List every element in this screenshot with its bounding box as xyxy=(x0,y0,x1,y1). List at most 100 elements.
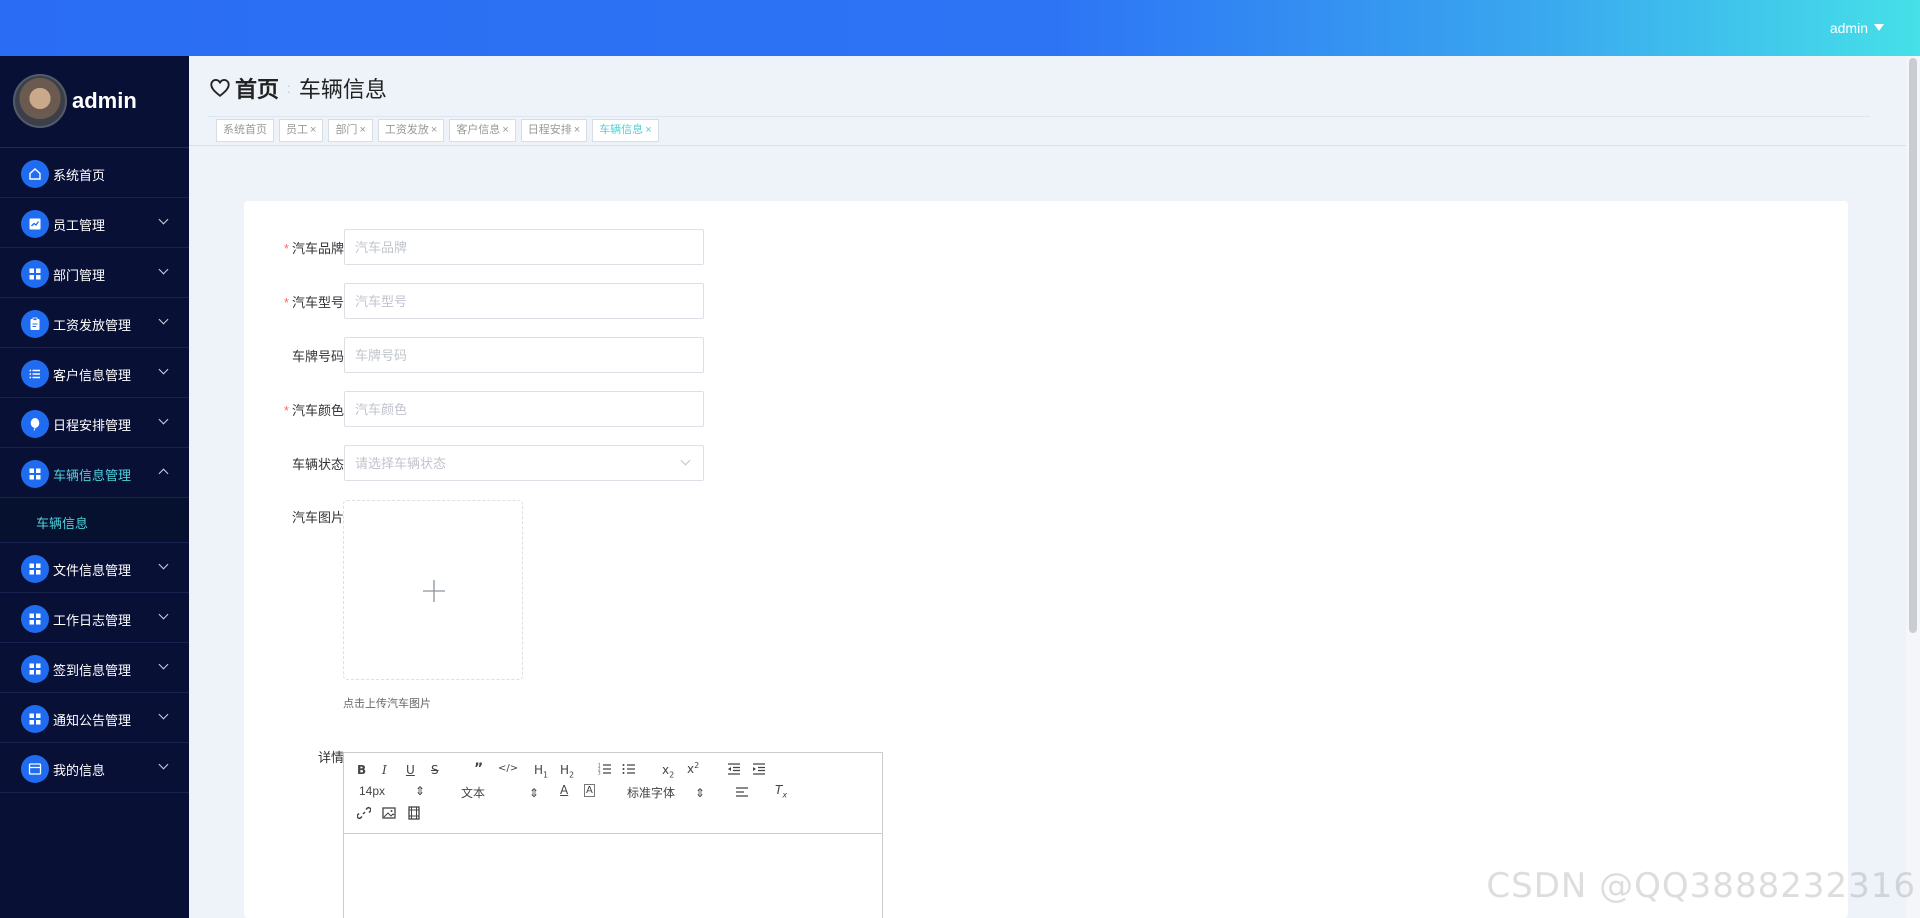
image-icon[interactable] xyxy=(382,806,396,820)
grid-icon xyxy=(21,460,49,488)
form-card: *汽车品牌 *汽车型号 车牌号码 *汽车颜色 车辆状态 汽车图片 点击上传汽车图… xyxy=(244,201,1848,918)
color-input[interactable] xyxy=(344,391,704,427)
close-icon[interactable]: × xyxy=(574,124,580,136)
status-select[interactable] xyxy=(344,445,704,481)
tab-6[interactable]: 车辆信息 × xyxy=(592,119,659,142)
breadcrumb-separator: : xyxy=(287,80,291,96)
sidebar-item-schedule[interactable]: 日程安排管理 xyxy=(0,398,189,448)
chevron-down-icon xyxy=(158,559,169,570)
tabs-divider xyxy=(208,116,1870,117)
sidebar-item-worklog[interactable]: 工作日志管理 xyxy=(0,593,189,643)
grid-icon xyxy=(21,705,49,733)
sidebar-item-file[interactable]: 文件信息管理 xyxy=(0,543,189,593)
upload-hint: 点击上传汽车图片 xyxy=(343,698,431,710)
tab-label: 系统首页 xyxy=(223,124,267,136)
block-type-select[interactable]: 文本 ⇕ xyxy=(461,784,539,801)
video-icon[interactable] xyxy=(407,806,421,820)
blockquote-icon[interactable]: ” xyxy=(474,761,483,777)
brand-label: * 汽车品牌 xyxy=(283,241,344,256)
font-family-select[interactable]: 标准字体 ⇕ xyxy=(627,784,705,801)
svg-text:3: 3 xyxy=(598,771,601,776)
sidebar-item-label: 部门管理 xyxy=(53,268,106,283)
page-scrollbar[interactable] xyxy=(1906,56,1920,918)
tab-3[interactable]: 工资发放 × xyxy=(377,119,445,142)
sidebar-item-salary[interactable]: 工资发放管理 xyxy=(0,298,189,348)
align-icon[interactable] xyxy=(735,785,749,799)
editor-content[interactable] xyxy=(344,834,882,918)
tab-1[interactable]: 员工 × xyxy=(279,119,324,142)
chart-icon xyxy=(21,210,49,238)
sidebar-item-profile[interactable]: 我的信息 xyxy=(0,743,189,793)
submenu-item-vehicle-info[interactable]: 车辆信息 xyxy=(0,498,189,543)
user-menu[interactable]: admin xyxy=(1830,20,1884,36)
grid-icon xyxy=(21,655,49,683)
breadcrumb: 首页 : 车辆信息 xyxy=(209,72,387,104)
tab-0[interactable]: 系统首页 xyxy=(216,119,274,142)
top-bar: admin xyxy=(0,0,1920,56)
outdent-icon[interactable] xyxy=(727,762,741,776)
link-icon[interactable] xyxy=(357,806,371,820)
plate-input[interactable] xyxy=(344,337,704,373)
font-size-select[interactable]: 14px ⇕ xyxy=(359,784,425,798)
superscript-icon[interactable]: x2 xyxy=(687,761,699,776)
tab-5[interactable]: 日程安排 × xyxy=(520,119,588,142)
list-icon xyxy=(21,360,49,388)
close-icon[interactable]: × xyxy=(310,124,316,136)
sidebar-menu: 系统首页员工管理部门管理工资发放管理客户信息管理 日程安排管理车辆信息管理车辆信息… xyxy=(0,148,189,793)
sidebar-item-label: 客户信息管理 xyxy=(53,368,132,383)
chevron-down-icon xyxy=(158,709,169,720)
clipboard-icon xyxy=(21,310,49,338)
model-input[interactable] xyxy=(344,283,704,319)
tab-label: 工资发放 xyxy=(384,124,429,136)
sidebar-item-label: 日程安排管理 xyxy=(53,418,132,433)
scrollbar-thumb[interactable] xyxy=(1909,58,1917,633)
clear-format-icon[interactable]: Tx xyxy=(775,783,787,799)
chevron-down-icon xyxy=(158,659,169,670)
balloon-icon xyxy=(21,410,49,438)
sidebar-item-employee[interactable]: 员工管理 xyxy=(0,198,189,248)
sidebar-item-department[interactable]: 部门管理 xyxy=(0,248,189,298)
bold-icon[interactable]: B xyxy=(357,763,366,777)
chevron-down-icon xyxy=(158,214,169,225)
close-icon[interactable]: × xyxy=(431,124,437,136)
code-block-icon[interactable]: </> xyxy=(498,763,518,774)
submenu-label: 车辆信息 xyxy=(36,516,89,531)
indent-icon[interactable] xyxy=(752,762,766,776)
sidebar-item-label: 文件信息管理 xyxy=(53,563,132,578)
close-icon[interactable]: × xyxy=(645,124,651,136)
heading2-icon[interactable]: H2 xyxy=(560,763,574,779)
sidebar-item-checkin[interactable]: 签到信息管理 xyxy=(0,643,189,693)
strike-icon[interactable]: S xyxy=(431,763,439,777)
sidebar-item-customer[interactable]: 客户信息管理 xyxy=(0,348,189,398)
plate-label: 车牌号码 xyxy=(291,349,344,364)
close-icon[interactable]: × xyxy=(359,124,365,136)
font-color-icon[interactable]: A xyxy=(560,783,568,797)
chevron-up-icon xyxy=(158,468,169,479)
tab-2[interactable]: 部门 × xyxy=(328,119,373,142)
grid-icon xyxy=(21,555,49,583)
sidebar-item-label: 通知公告管理 xyxy=(53,713,132,728)
tab-bar: 系统首页 员工 × 部门 × 工资发放 × 客户信息 × 日程安排 × 车辆信息 × xyxy=(216,119,664,142)
home-icon xyxy=(21,160,49,188)
sidebar-item-notice[interactable]: 通知公告管理 xyxy=(0,693,189,743)
ordered-list-icon[interactable]: 123 xyxy=(598,762,612,776)
image-upload[interactable] xyxy=(343,500,523,680)
tab-4[interactable]: 客户信息 × xyxy=(449,119,516,142)
avatar xyxy=(13,74,67,128)
italic-icon[interactable]: I xyxy=(382,763,387,777)
bullet-list-icon[interactable] xyxy=(622,762,636,776)
page-header: 首页 : 车辆信息 系统首页 员工 × 部门 × 工资发放 × 客户信息 × 日程安排 × 车辆信息 × xyxy=(189,56,1920,146)
close-icon[interactable]: × xyxy=(502,124,508,136)
underline-icon[interactable]: U xyxy=(406,763,415,777)
breadcrumb-home[interactable]: 首页 xyxy=(235,72,279,104)
sidebar-item-vehicle[interactable]: 车辆信息管理 xyxy=(0,448,189,498)
heading1-icon[interactable]: H1 xyxy=(534,763,548,779)
watermark: CSDN @QQ3888232316 xyxy=(1486,866,1916,906)
brand-input[interactable] xyxy=(344,229,704,265)
tab-label: 部门 xyxy=(335,124,358,136)
subscript-icon[interactable]: x2 xyxy=(662,763,674,779)
rich-text-editor: B I U S ” </> H1 H2 123 x2 x2 14px ⇕ 文本 ⇕ … xyxy=(343,752,883,918)
background-color-icon[interactable]: A xyxy=(584,784,595,797)
sidebar-item-label: 员工管理 xyxy=(53,218,106,233)
sidebar-item-home[interactable]: 系统首页 xyxy=(0,148,189,198)
